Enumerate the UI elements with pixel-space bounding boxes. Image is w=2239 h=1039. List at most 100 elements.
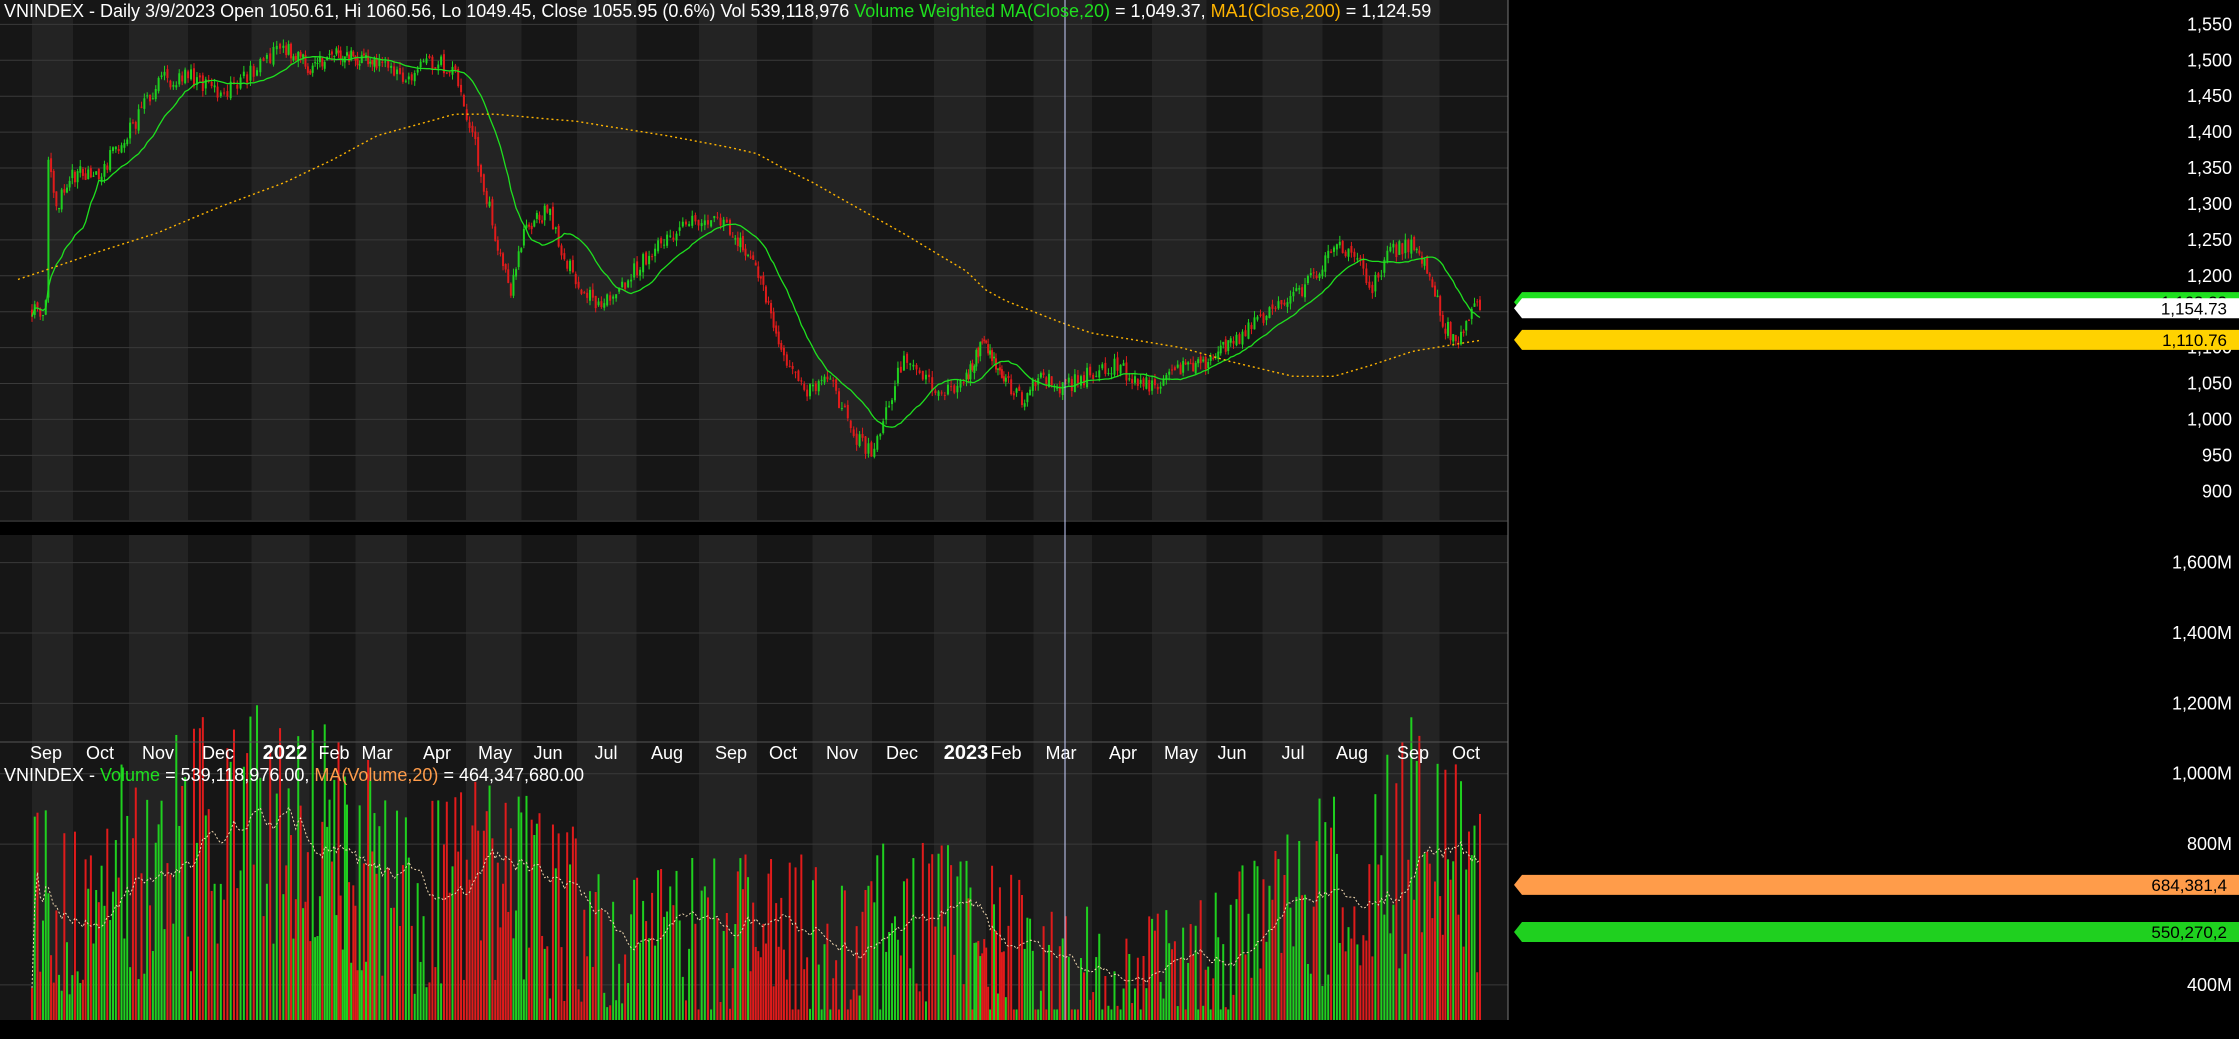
volume-bar bbox=[893, 916, 896, 1020]
candle-body bbox=[287, 44, 290, 55]
volume-bar bbox=[468, 879, 471, 1020]
volume-bar bbox=[636, 877, 639, 1020]
candle-body bbox=[600, 301, 603, 308]
volume-bar bbox=[367, 760, 370, 1020]
candle-body bbox=[419, 61, 422, 68]
candle-body bbox=[591, 289, 594, 298]
candle-body bbox=[1159, 386, 1162, 389]
volume-bar bbox=[672, 905, 675, 1020]
volume-bar bbox=[775, 903, 778, 1020]
candle-body bbox=[151, 98, 154, 100]
candle-body bbox=[333, 56, 336, 58]
candle-body bbox=[660, 238, 663, 244]
volume-bar bbox=[52, 982, 55, 1020]
volume-bar bbox=[1079, 958, 1082, 1020]
volume-bar bbox=[1238, 871, 1241, 1020]
volume-bar bbox=[1104, 976, 1107, 1020]
month-label: Aug bbox=[651, 743, 683, 763]
volume-bar bbox=[940, 845, 943, 1020]
candle-body bbox=[627, 280, 630, 288]
candle-body bbox=[226, 91, 229, 97]
candle-body bbox=[612, 296, 615, 299]
volume-bar bbox=[1353, 906, 1356, 1020]
candle-body bbox=[1280, 300, 1283, 305]
candle-body bbox=[870, 442, 873, 457]
candle-body bbox=[1271, 304, 1274, 309]
price-panel[interactable] bbox=[0, 0, 1508, 520]
volume-bar bbox=[1330, 827, 1333, 1020]
volume-bar bbox=[533, 835, 536, 1020]
candle-body bbox=[491, 199, 494, 226]
volume-bar bbox=[1042, 926, 1045, 1020]
chart-canvas[interactable]: 1,550 1,500 1,450 1,400 1,350 1,300 1,250 1,200… bbox=[0, 0, 2239, 1034]
month-band bbox=[934, 0, 986, 520]
volume-bar bbox=[1347, 927, 1350, 1020]
volume-bar bbox=[896, 939, 899, 1020]
candle-body bbox=[1259, 314, 1262, 316]
candle-body bbox=[89, 168, 92, 178]
volume-bar bbox=[934, 926, 937, 1020]
volume-bar bbox=[256, 705, 259, 1020]
volume-bar bbox=[1056, 1009, 1059, 1020]
volume-bar bbox=[330, 861, 333, 1020]
candle-body bbox=[134, 121, 137, 129]
candle-body bbox=[175, 85, 178, 88]
candle-body bbox=[60, 189, 63, 210]
volume-bar bbox=[1306, 963, 1309, 1020]
candle-body bbox=[482, 174, 485, 192]
volume-bar bbox=[151, 951, 154, 1020]
volume-bar bbox=[989, 1009, 992, 1020]
month-label: May bbox=[1164, 743, 1198, 763]
candle-body bbox=[1173, 367, 1176, 371]
volume-ma-value: = 464,347,680.00 bbox=[438, 765, 585, 785]
volume-bar bbox=[1444, 769, 1447, 1020]
candle-body bbox=[1460, 331, 1463, 345]
month-label: 2023 bbox=[944, 742, 989, 764]
volume-bar bbox=[126, 815, 129, 1020]
month-label: Jun bbox=[533, 743, 562, 763]
candle-body bbox=[969, 364, 972, 380]
volume-bar bbox=[654, 945, 657, 1020]
volume-bar bbox=[1359, 965, 1362, 1020]
volume-bar bbox=[1368, 864, 1371, 1020]
candle-body bbox=[1010, 379, 1013, 395]
candle-body bbox=[422, 61, 425, 63]
candle-body bbox=[1286, 302, 1289, 307]
candle-body bbox=[791, 365, 794, 369]
volume-bar bbox=[1034, 1009, 1037, 1020]
candle-body bbox=[494, 226, 497, 241]
candle-body bbox=[780, 342, 783, 350]
month-band bbox=[812, 0, 872, 520]
volume-bar bbox=[515, 910, 518, 1020]
volume-bar bbox=[236, 888, 239, 1020]
volume-bar bbox=[163, 929, 166, 1020]
volume-bar bbox=[1473, 825, 1476, 1020]
volume-tick-label: 1,000M bbox=[2172, 764, 2232, 784]
volume-bar bbox=[354, 905, 357, 1020]
month-band bbox=[1152, 535, 1207, 1020]
volume-bar bbox=[1371, 956, 1374, 1020]
price-tick-label: 950 bbox=[2202, 445, 2232, 465]
candle-body bbox=[1312, 272, 1315, 274]
month-label: Nov bbox=[826, 743, 858, 763]
volume-bar bbox=[752, 902, 755, 1020]
volume-bar bbox=[725, 913, 728, 1020]
volume-bar bbox=[87, 888, 90, 1020]
volume-bar bbox=[149, 905, 152, 1020]
candle-body bbox=[1365, 268, 1368, 284]
candle-body bbox=[1023, 403, 1026, 407]
volume-ma-value-tag-text: 684,381,4 bbox=[2151, 876, 2227, 895]
volume-bar bbox=[1262, 879, 1265, 1020]
candle-body bbox=[1341, 241, 1344, 254]
candle-body bbox=[946, 384, 949, 395]
candle-body bbox=[306, 66, 309, 73]
candle-body bbox=[252, 66, 255, 77]
volume-bar bbox=[123, 938, 126, 1020]
volume-bar bbox=[1012, 1009, 1015, 1020]
volume-bar bbox=[1199, 900, 1202, 1020]
month-label: Oct bbox=[769, 743, 797, 763]
candle-body bbox=[1015, 388, 1018, 393]
volume-bar bbox=[747, 877, 750, 1020]
candle-body bbox=[373, 58, 376, 67]
volume-bar bbox=[594, 891, 597, 1020]
